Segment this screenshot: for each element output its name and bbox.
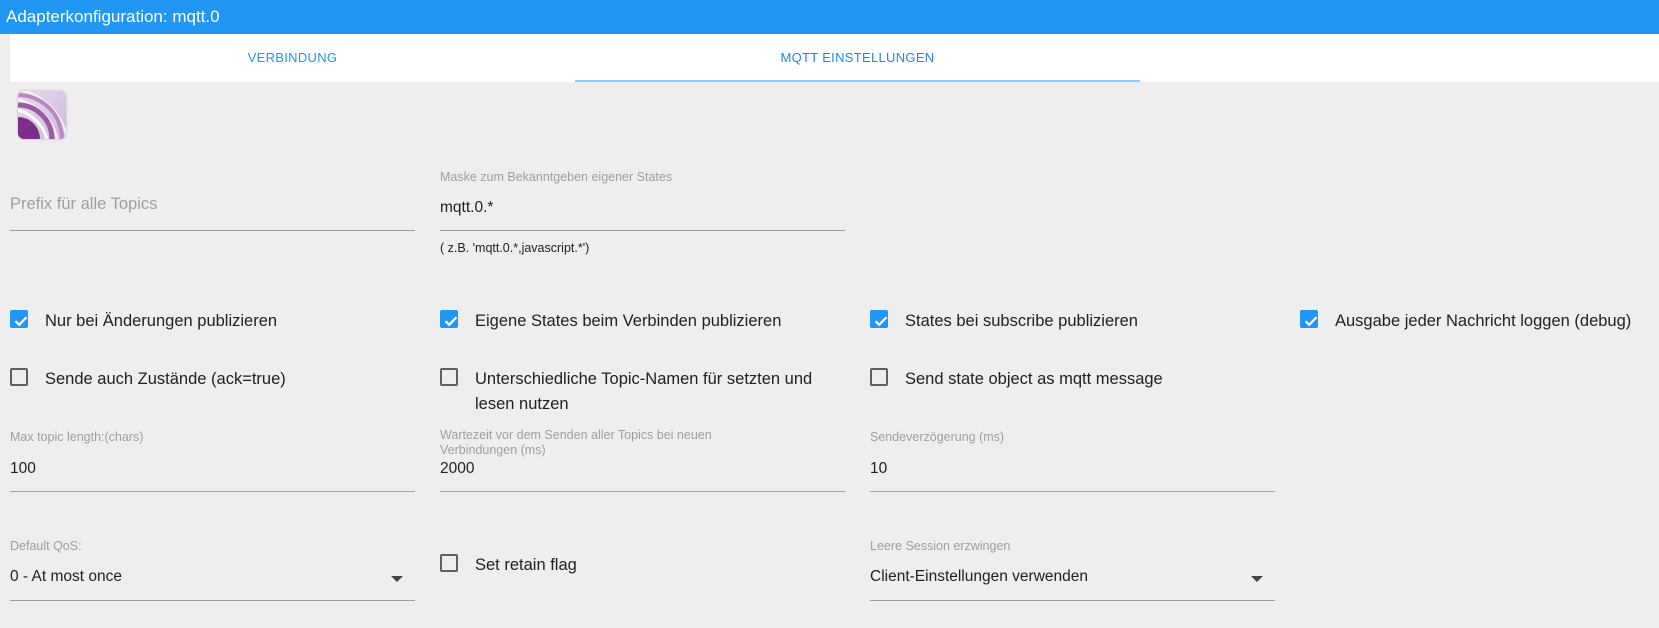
send-delay-label: Sendeverzögerung (ms) [870,430,1005,444]
send-ack-label: Sende auch Zustände (ack=true) [45,370,286,388]
active-tab-indicator [575,80,1140,82]
wait-time-underline [440,491,845,492]
max-topic-length-underline [10,491,415,492]
tab-verbindung[interactable]: VERBINDUNG [10,34,575,82]
send-delay-input[interactable]: 10 [870,459,887,479]
own-states-connect-label: Eigene States beim Verbinden publizieren [475,312,782,330]
mask-help: ( z.B. 'mqtt.0.*,javascript.*') [440,241,590,255]
prefix-placeholder: Prefix für alle Topics [10,195,158,213]
title-bar: Adapterkonfiguration: mqtt.0 [0,0,1659,34]
clean-session-underline [870,600,1275,601]
dropdown-arrow-icon [391,576,403,582]
max-topic-length-input[interactable]: 100 [10,459,36,479]
tab-bar: VERBINDUNG MQTT EINSTELLUNGEN [10,34,1659,82]
send-delay-field[interactable]: Sendeverzögerung (ms) 10 [870,430,1275,492]
mask-underline [440,230,845,231]
checkbox-checked-icon [1300,310,1318,328]
clean-session-label: Leere Session erzwingen [870,539,1011,553]
checkbox-unchecked-icon [440,368,458,386]
dropdown-arrow-icon [1251,576,1263,582]
max-topic-length-label: Max topic length:(chars) [10,430,144,444]
send-delay-underline [870,491,1275,492]
mqtt-adapter-icon [18,91,66,139]
prefix-underline [10,230,415,231]
prefix-field[interactable]: Prefix für alle Topics [10,188,415,233]
default-qos-underline [10,600,415,601]
checkbox-unchecked-icon [870,368,888,386]
wait-time-label: Wartezeit vor dem Senden aller Topics be… [440,428,712,457]
debug-log-label: Ausgabe jeder Nachricht loggen (debug) [1335,312,1632,330]
wait-time-field[interactable]: Wartezeit vor dem Senden aller Topics be… [440,428,845,492]
window-title: Adapterkonfiguration: mqtt.0 [6,7,220,26]
clean-session-select[interactable]: Leere Session erzwingen Client-Einstellu… [870,539,1275,601]
only-changes-label: Nur bei Änderungen publizieren [45,312,278,330]
retain-flag-label: Set retain flag [475,556,577,574]
default-qos-select[interactable]: Default QoS: 0 - At most once [10,539,415,601]
default-qos-value: 0 - At most once [10,568,122,585]
mask-input[interactable]: mqtt.0.* [440,198,493,218]
default-qos-label: Default QoS: [10,539,82,553]
diff-topics-label: Unterschiedliche Topic-Namen für setzten… [475,370,813,413]
checkbox-checked-icon [870,310,888,328]
state-object-label: Send state object as mqtt message [905,370,1163,388]
checkbox-unchecked-icon [10,368,28,386]
max-topic-length-field[interactable]: Max topic length:(chars) 100 [10,430,415,492]
clean-session-value: Client-Einstellungen verwenden [870,568,1088,585]
mask-label: Maske zum Bekanntgeben eigener States [440,170,673,184]
tab-mqtt-einstellungen[interactable]: MQTT EINSTELLUNGEN [575,34,1140,82]
checkbox-unchecked-icon [440,554,458,572]
checkbox-checked-icon [10,310,28,328]
wait-time-input[interactable]: 2000 [440,459,474,479]
states-subscribe-label: States bei subscribe publizieren [905,312,1138,330]
mask-field[interactable]: Maske zum Bekanntgeben eigener States mq… [440,168,845,258]
checkbox-checked-icon [440,310,458,328]
